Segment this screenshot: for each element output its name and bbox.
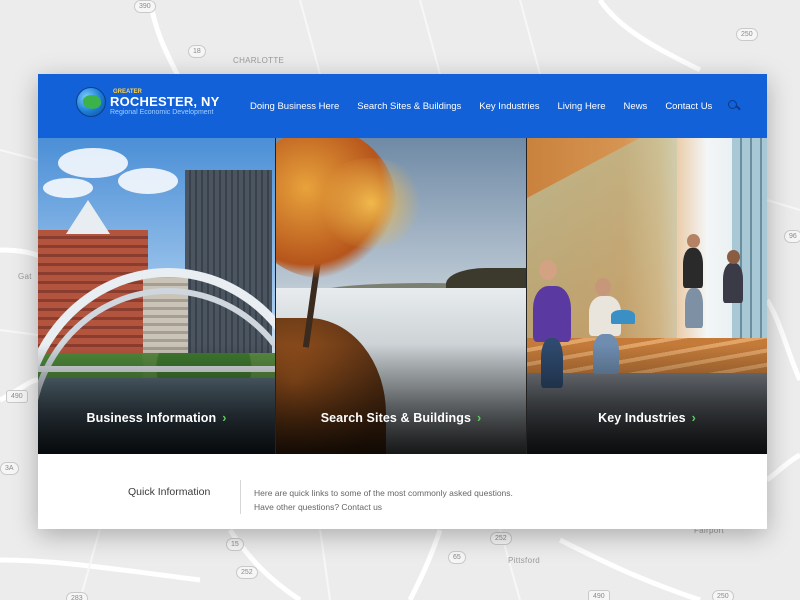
quick-line-2: Have other questions? [254,502,342,512]
chevron-right-icon: › [691,411,696,425]
site-logo[interactable]: GREATER ROCHESTER, NY Regional Economic … [76,87,220,117]
globe-logo-icon [76,87,106,117]
route-shield: 252 [490,532,512,545]
logo-subtitle: Regional Economic Development [110,108,214,116]
site-header: GREATER ROCHESTER, NY Regional Economic … [38,74,767,138]
map-label-charlotte: CHARLOTTE [233,56,285,65]
main-nav: Doing Business Here Search Sites & Build… [250,74,740,138]
panel-business-information[interactable]: Business Information › [38,138,275,454]
chevron-right-icon: › [222,411,227,425]
nav-key-industries[interactable]: Key Industries [479,101,539,112]
panel-label-business: Business Information [86,411,217,425]
route-shield: 250 [712,590,734,600]
quick-information-section: Quick Information Here are quick links t… [38,454,767,529]
search-icon[interactable] [728,100,740,112]
nav-search-sites[interactable]: Search Sites & Buildings [357,101,461,112]
route-shield: 252 [236,566,258,579]
quick-information-text: Here are quick links to some of the most… [254,486,513,514]
website-window: GREATER ROCHESTER, NY Regional Economic … [38,74,767,529]
route-shield: 3A [0,462,19,475]
divider [240,480,241,514]
panel-label-search-sites: Search Sites & Buildings [320,411,472,425]
panel-search-sites[interactable]: Search Sites & Buildings › [275,138,526,454]
route-shield: 65 [448,551,466,564]
route-shield: 250 [736,28,758,41]
route-shield: 18 [188,45,206,58]
nav-news[interactable]: News [624,101,648,112]
nav-doing-business[interactable]: Doing Business Here [250,101,339,112]
nav-living-here[interactable]: Living Here [557,101,605,112]
route-shield: 490 [588,590,610,600]
panel-label-key-industries: Key Industries [598,411,686,425]
route-shield: 490 [6,390,28,403]
route-shield: 96 [784,230,800,243]
contact-us-link[interactable]: Contact us [341,502,382,512]
quick-information-title: Quick Information [128,486,211,498]
logo-city: ROCHESTER, NY [110,93,220,109]
map-label-gates: Gat [18,272,32,281]
map-label-pittsford: Pittsford [508,556,541,565]
quick-line-1: Here are quick links to some of the most… [254,488,513,498]
nav-contact-us[interactable]: Contact Us [665,101,712,112]
panel-key-industries[interactable]: Key Industries › [526,138,767,454]
route-shield: 390 [134,0,156,13]
hero-panels: Business Information › Search Sites & Bui… [38,138,767,454]
route-shield: 283 [66,592,88,600]
chevron-right-icon: › [477,411,482,425]
route-shield: 15 [226,538,244,551]
